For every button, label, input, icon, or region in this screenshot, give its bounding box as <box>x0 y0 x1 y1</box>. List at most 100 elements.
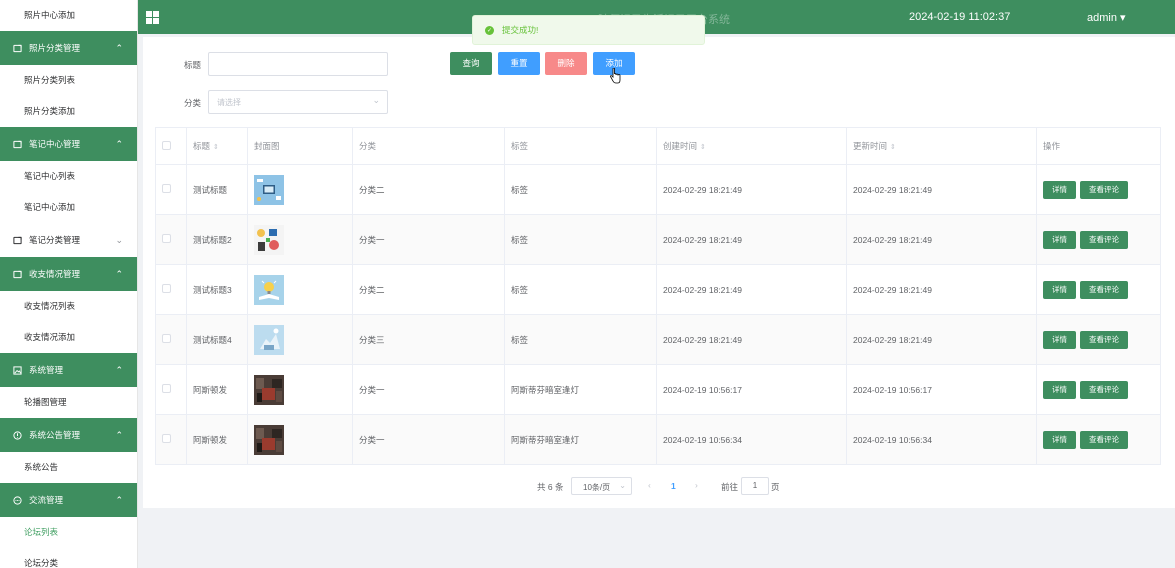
updated-cell: 2024-02-29 18:21:49 <box>846 264 1037 315</box>
forum-table: 标题 ⇕ 封面图 分类 标签 创建时间 ⇕ 更新时间 ⇕ 操作 测试标题 分类二 标签 20… <box>155 127 1161 465</box>
created-cell: 2024-02-29 18:21:49 <box>656 264 847 315</box>
detail-button[interactable]: 详情 <box>1043 180 1076 199</box>
next-page-icon[interactable]: › <box>695 480 698 498</box>
header-datetime: 2024-02-19 11:02:37 <box>909 11 1011 23</box>
reset-button[interactable]: 重置 <box>498 52 540 75</box>
col-title-label: 标题 <box>193 141 211 151</box>
folder-icon <box>12 235 22 245</box>
sidebar-subitem[interactable]: 笔记中心列表 <box>0 161 137 192</box>
cover-cell <box>247 414 353 465</box>
chevron-down-icon: ⌄ <box>372 95 380 105</box>
view-comments-button[interactable]: 查看评论 <box>1080 180 1128 199</box>
table-row: 测试标题2 分类一 标签 2024-02-29 18:21:49 2024-02-29 … <box>155 214 1161 265</box>
sidebar-group-label: 笔记分类管理 <box>29 235 81 245</box>
sidebar-subitem[interactable]: 论坛列表 <box>0 517 137 548</box>
sidebar-group[interactable]: 收支情况管理 ⌃ <box>0 257 137 291</box>
prev-page-icon[interactable]: ‹ <box>648 480 651 498</box>
sidebar-group[interactable]: 系统管理 ⌃ <box>0 353 137 387</box>
sidebar-group[interactable]: 照片分类管理 ⌃ <box>0 31 137 65</box>
category-cell: 分类二 <box>352 264 505 315</box>
row-checkbox[interactable] <box>162 284 171 293</box>
col-title[interactable]: 标题 ⇕ <box>186 127 248 165</box>
sidebar-group[interactable]: 系统公告管理 ⌃ <box>0 418 137 452</box>
title-filter-label: 标题 <box>184 60 202 70</box>
cover-thumbnail[interactable] <box>254 374 352 405</box>
cover-cell <box>247 364 353 415</box>
detail-button[interactable]: 详情 <box>1043 230 1076 249</box>
sidebar-subitem-label: 论坛分类 <box>24 558 59 568</box>
sidebar-subitem[interactable]: 照片分类列表 <box>0 65 137 96</box>
updated-cell: 2024-02-29 18:21:49 <box>846 164 1037 215</box>
actions-cell: 详情 查看评论 <box>1036 264 1161 315</box>
row-checkbox[interactable] <box>162 234 171 243</box>
sort-icon[interactable]: ⇕ <box>890 144 896 151</box>
query-button[interactable]: 查询 <box>450 52 492 75</box>
sidebar-group[interactable]: 笔记分类管理 ⌄ <box>0 223 137 257</box>
sidebar-subitem[interactable]: 系统公告 <box>0 452 137 483</box>
page-suffix: 页 <box>771 482 780 492</box>
row-select-cell <box>155 414 187 465</box>
select-all-checkbox[interactable] <box>162 140 171 150</box>
col-actions-label: 操作 <box>1043 141 1061 151</box>
actions-cell: 详情 查看评论 <box>1036 364 1161 415</box>
cover-thumbnail[interactable] <box>254 224 352 255</box>
sidebar-group[interactable]: 笔记中心管理 ⌃ <box>0 127 137 161</box>
sidebar-group-label: 笔记中心管理 <box>29 139 81 149</box>
cover-thumbnail[interactable] <box>254 274 352 305</box>
created-cell: 2024-02-29 18:21:49 <box>656 314 847 365</box>
page-number-current[interactable]: 1 <box>671 481 676 499</box>
sidebar-subitem[interactable]: 论坛分类 <box>0 548 137 568</box>
sort-icon[interactable]: ⇕ <box>700 144 706 151</box>
detail-button[interactable]: 详情 <box>1043 380 1076 399</box>
row-checkbox[interactable] <box>162 184 171 193</box>
user-menu[interactable]: admin ▾ <box>1087 11 1126 24</box>
row-checkbox[interactable] <box>162 384 171 393</box>
created-cell: 2024-02-29 18:21:49 <box>656 214 847 265</box>
sidebar-group-label: 收支情况管理 <box>29 269 81 279</box>
sidebar-subitem-label: 照片分类添加 <box>24 106 76 116</box>
row-select-cell <box>155 314 187 365</box>
title-cell: 测试标题4 <box>186 314 248 365</box>
col-updated[interactable]: 更新时间 ⇕ <box>846 127 1037 165</box>
title-search-input[interactable] <box>208 52 388 76</box>
sidebar-subitem[interactable]: 轮播图管理 <box>0 387 137 418</box>
view-comments-button[interactable]: 查看评论 <box>1080 230 1128 249</box>
sidebar-subitem[interactable]: 笔记中心添加 <box>0 192 137 223</box>
delete-button[interactable]: 删除 <box>545 52 587 75</box>
category-cell: 分类一 <box>352 214 505 265</box>
sort-icon[interactable]: ⇕ <box>213 144 219 151</box>
actions-cell: 详情 查看评论 <box>1036 214 1161 265</box>
sidebar-subitem[interactable]: 照片中心添加 <box>0 0 137 31</box>
toast-message: 提交成功! <box>502 25 539 35</box>
sidebar-subitem[interactable]: 收支情况添加 <box>0 322 137 353</box>
title-cell: 测试标题2 <box>186 214 248 265</box>
sidebar-subitem[interactable]: 照片分类添加 <box>0 96 137 127</box>
goto-page-input[interactable]: 1 <box>741 477 769 495</box>
menu-grid-icon[interactable] <box>146 11 159 24</box>
chat-icon <box>12 495 22 505</box>
cover-thumbnail[interactable] <box>254 424 352 455</box>
cover-cell <box>247 264 353 315</box>
view-comments-button[interactable]: 查看评论 <box>1080 380 1128 399</box>
detail-button[interactable]: 详情 <box>1043 330 1076 349</box>
page-size-select[interactable]: 10条/页 ⌄ <box>571 477 632 495</box>
sidebar-subitem[interactable]: 收支情况列表 <box>0 291 137 322</box>
table-header-row: 标题 ⇕ 封面图 分类 标签 创建时间 ⇕ 更新时间 ⇕ 操作 <box>155 127 1161 165</box>
cover-thumbnail[interactable] <box>254 324 352 355</box>
detail-button[interactable]: 详情 <box>1043 430 1076 449</box>
view-comments-button[interactable]: 查看评论 <box>1080 330 1128 349</box>
tag-cell: 标签 <box>504 264 657 315</box>
category-select[interactable]: 请选择 ⌄ <box>208 90 388 114</box>
table-row: 测试标题4 分类三 标签 2024-02-29 18:21:49 2024-02-29 … <box>155 314 1161 365</box>
col-created[interactable]: 创建时间 ⇕ <box>656 127 847 165</box>
col-tag-label: 标签 <box>511 141 529 151</box>
category-cell: 分类一 <box>352 414 505 465</box>
row-checkbox[interactable] <box>162 334 171 343</box>
view-comments-button[interactable]: 查看评论 <box>1080 280 1128 299</box>
col-category: 分类 <box>352 127 505 165</box>
detail-button[interactable]: 详情 <box>1043 280 1076 299</box>
sidebar-group[interactable]: 交流管理 ⌃ <box>0 483 137 517</box>
row-checkbox[interactable] <box>162 434 171 443</box>
cover-thumbnail[interactable] <box>254 174 352 205</box>
view-comments-button[interactable]: 查看评论 <box>1080 430 1128 449</box>
